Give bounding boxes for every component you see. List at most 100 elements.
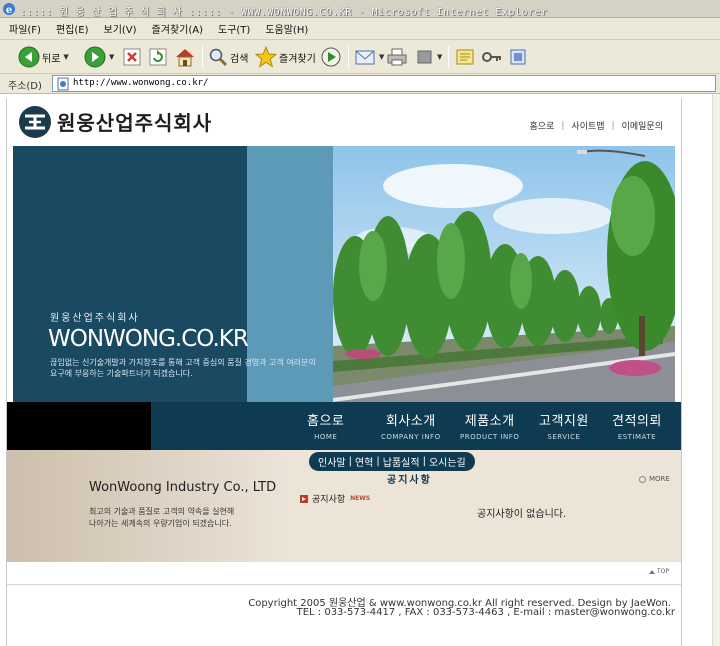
top-link-separator: | xyxy=(561,120,565,131)
company-description: 최고의 기술과 품질로 고객의 약속을 실현해 나아가는 세계속의 우량기업이 … xyxy=(89,506,279,530)
address-url: http://www.wonwong.co.kr/ xyxy=(73,78,209,88)
notes-button[interactable] xyxy=(455,45,475,69)
menu-file[interactable]: 파일(F) xyxy=(6,19,44,38)
footer-divider xyxy=(7,584,681,585)
menu-edit[interactable]: 편집(E) xyxy=(53,19,92,38)
hero-company-name: 원웅산업주식회사 xyxy=(50,313,140,324)
hero-banner: 원웅산업주식회사 WONWONG.CO.KR 끊임없는 신기술개발과 가치창조를… xyxy=(13,146,675,402)
mail-dropdown-icon[interactable]: ▼ xyxy=(379,53,384,61)
hero-domain: WONWONG.CO.KR xyxy=(48,326,249,352)
subnav-delivery-record[interactable]: 납품실적 xyxy=(383,454,420,469)
street-trees-photo xyxy=(333,146,675,402)
top-link-home[interactable]: 홈으로 xyxy=(530,119,555,132)
nav-service[interactable]: 고객지원 SERVICE xyxy=(539,410,589,441)
hero-description-line: 요구에 부응하는 기술파트너가 되겠습니다. xyxy=(50,369,193,378)
refresh-button[interactable] xyxy=(148,45,168,69)
nav-estimate-label: 견적의뢰 xyxy=(612,414,662,429)
content-area: WonWoong Industry Co., LTD 최고의 기술과 품질로 고… xyxy=(7,450,681,562)
window-title: ::::: 원 웅 산 업 주 식 회 사 ::::: - WWW.WONWON… xyxy=(20,7,548,18)
news-tag: NEWS xyxy=(350,495,371,502)
back-arrow-icon xyxy=(18,46,40,68)
notice-more-link[interactable]: MORE xyxy=(639,475,670,483)
notice-label[interactable]: 공지사항 NEWS xyxy=(300,492,370,505)
mail-button[interactable]: ▼ xyxy=(354,45,384,69)
notice-empty-message: 공지사항이 없습니다. xyxy=(477,509,567,520)
refresh-icon xyxy=(149,48,167,66)
menu-tools[interactable]: 도구(T) xyxy=(215,19,253,38)
print-button[interactable] xyxy=(386,45,408,69)
notice-bullet-icon xyxy=(300,494,308,503)
notice-heading: 공지사항 xyxy=(387,475,432,486)
favorites-star-icon xyxy=(255,46,277,68)
nav-service-sublabel: SERVICE xyxy=(547,433,581,441)
media-button[interactable] xyxy=(320,45,342,69)
back-button[interactable]: 뒤로 ▼ xyxy=(18,45,69,69)
nav-home-label: 홈으로 xyxy=(307,414,345,429)
favorites-button[interactable]: 즐겨찾기 xyxy=(255,45,316,69)
key-button[interactable] xyxy=(481,45,503,69)
subnav-separator: | xyxy=(376,456,380,467)
notice-label-text: 공지사항 xyxy=(312,495,346,505)
search-button[interactable]: 검색 xyxy=(208,45,248,69)
forward-arrow-icon xyxy=(84,46,106,68)
back-dropdown-icon[interactable]: ▼ xyxy=(63,53,68,61)
browser-toolbar: 뒤로 ▼ ▼ 검색 즐겨찾기 ▼ ▼ xyxy=(0,40,720,74)
subnav-directions[interactable]: 오시는길 xyxy=(429,454,466,469)
more-circle-icon xyxy=(639,475,646,483)
top-link-sitemap[interactable]: 사이트맵 xyxy=(571,119,604,132)
company-logo-icon[interactable] xyxy=(18,105,52,139)
svg-text:e: e xyxy=(6,5,12,16)
stop-button[interactable] xyxy=(122,45,142,69)
home-icon xyxy=(176,49,194,67)
address-bar: 주소(D) http://www.wonwong.co.kr/ xyxy=(0,74,720,94)
edit-button[interactable]: ▼ xyxy=(416,45,442,69)
hero-description: 끊임없는 신기술개발과 가치창조를 통해 고객 중심의 품질 경영과 고객 여러… xyxy=(50,357,350,379)
nav-product-label: 제품소개 xyxy=(464,414,515,429)
vertical-scrollbar[interactable] xyxy=(712,94,720,646)
top-link-email[interactable]: 이메일문의 xyxy=(622,119,663,132)
nav-black-block xyxy=(7,402,151,450)
printer-icon xyxy=(387,48,407,66)
forward-button[interactable]: ▼ xyxy=(84,45,114,69)
mail-icon xyxy=(355,50,375,65)
company-description-line: 나아가는 세계속의 우량기업이 되겠습니다. xyxy=(89,519,232,528)
nav-product-info[interactable]: 제품소개 PRODUCT INFO xyxy=(460,410,519,441)
address-input[interactable]: http://www.wonwong.co.kr/ xyxy=(52,75,716,92)
subnav-separator: | xyxy=(422,456,426,467)
address-label: 주소(D) xyxy=(8,81,42,92)
subnav-separator: | xyxy=(348,456,352,467)
nav-company-info[interactable]: 회사소개 COMPANY INFO xyxy=(381,410,441,441)
edit-icon xyxy=(417,50,432,64)
subnav-history[interactable]: 연혁 xyxy=(355,454,373,469)
page-viewport: 원웅산업주식회사 홈으로 | 사이트맵 | 이메일문의 원웅산업주식회사 WON… xyxy=(0,94,720,646)
nav-estimate[interactable]: 견적의뢰 ESTIMATE xyxy=(612,410,662,441)
nav-service-label: 고객지원 xyxy=(539,414,589,429)
company-logo-text[interactable]: 원웅산업주식회사 xyxy=(57,107,212,136)
site-container: 원웅산업주식회사 홈으로 | 사이트맵 | 이메일문의 원웅산업주식회사 WON… xyxy=(6,98,682,646)
nav-home-sublabel: HOME xyxy=(314,433,338,441)
menu-view[interactable]: 보기(V) xyxy=(101,19,140,38)
contact-info: TEL : 033-573-4417 , FAX : 033-573-4463 … xyxy=(296,607,675,618)
media-icon xyxy=(321,47,341,67)
scroll-top-link[interactable]: TOP xyxy=(649,568,669,575)
messenger-icon xyxy=(510,49,526,65)
company-description-line: 최고의 기술과 품질로 고객의 약속을 실현해 xyxy=(89,507,235,516)
page-icon xyxy=(57,77,69,91)
ie-logo-icon: e xyxy=(3,3,15,16)
messenger-button[interactable] xyxy=(508,45,528,69)
favorites-label: 즐겨찾기 xyxy=(279,53,316,65)
nav-company-sublabel: COMPANY INFO xyxy=(381,433,441,441)
menu-favorites[interactable]: 즐겨찾기(A) xyxy=(149,19,206,38)
key-icon xyxy=(482,52,501,62)
forward-dropdown-icon[interactable]: ▼ xyxy=(109,53,114,61)
top-arrow-icon xyxy=(649,569,655,574)
menu-help[interactable]: 도움말(H) xyxy=(262,19,311,38)
search-icon xyxy=(209,48,228,67)
nav-home[interactable]: 홈으로 HOME xyxy=(307,410,344,441)
top-link-label: TOP xyxy=(657,568,670,575)
sub-nav: 인사말 | 연혁 | 납품실적 | 오시는길 xyxy=(309,452,475,471)
subnav-greeting[interactable]: 인사말 xyxy=(318,454,346,469)
hero-description-line: 끊임없는 신기술개발과 가치창조를 통해 고객 중심의 품질 경영과 고객 여러… xyxy=(50,358,316,367)
home-button[interactable] xyxy=(174,45,196,69)
edit-dropdown-icon[interactable]: ▼ xyxy=(437,53,442,61)
